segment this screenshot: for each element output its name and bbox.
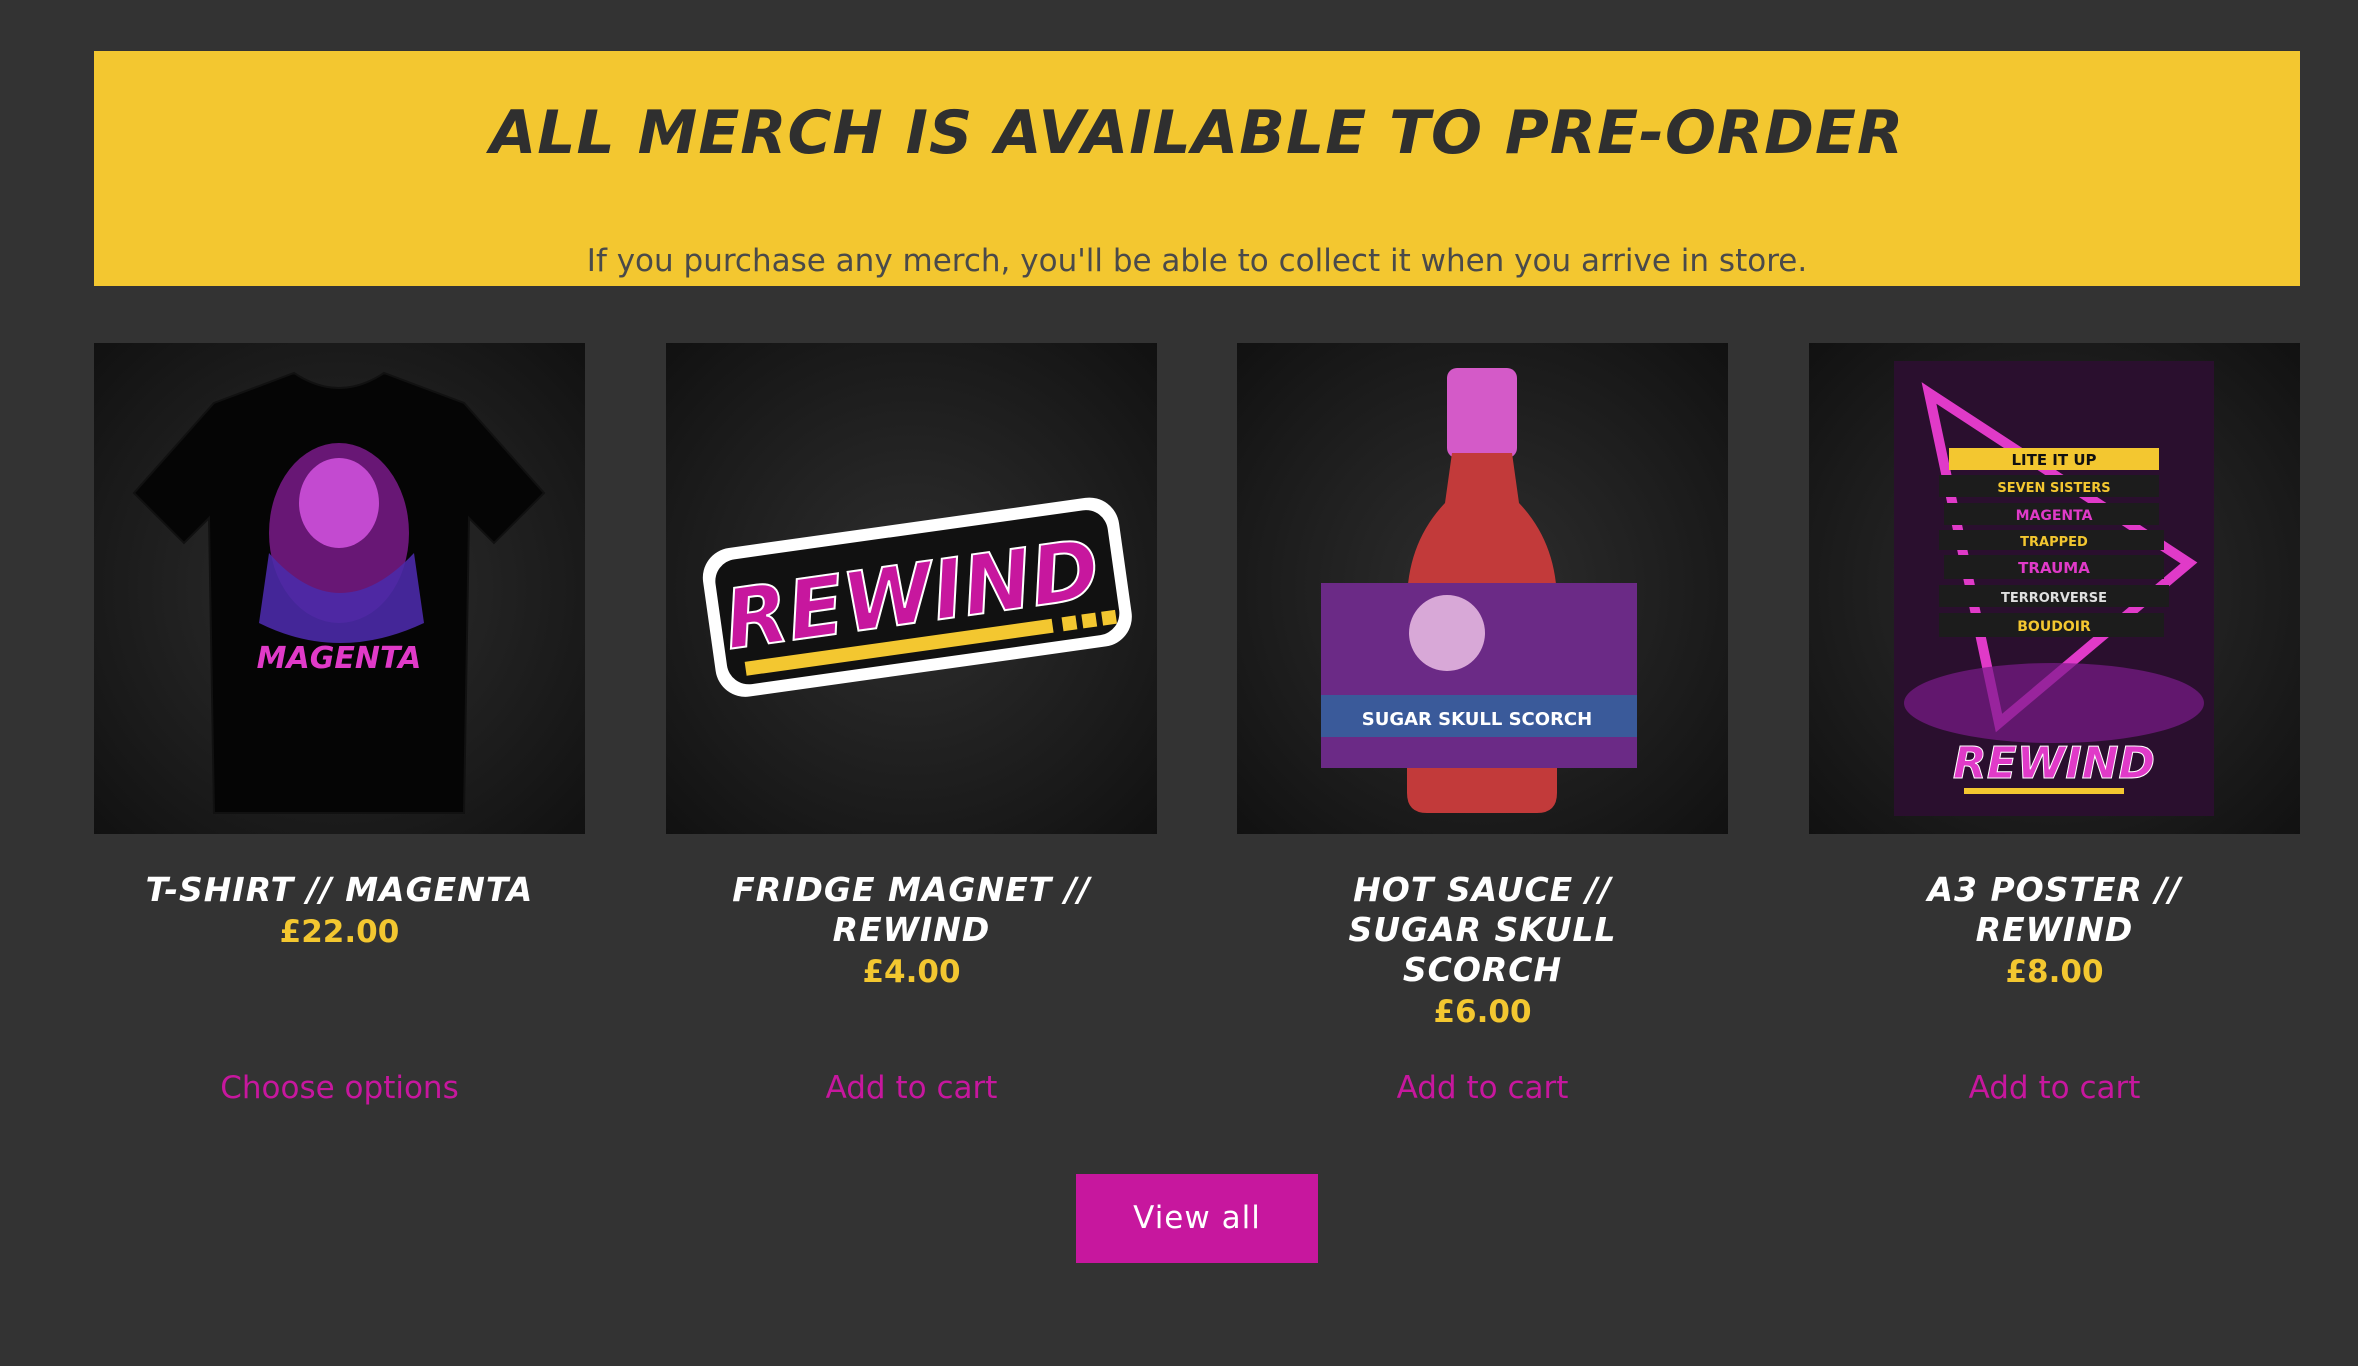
product-price: £8.00 — [2005, 954, 2104, 990]
svg-text:TRAPPED: TRAPPED — [2020, 535, 2088, 550]
svg-text:BOUDOIR: BOUDOIR — [2017, 619, 2091, 635]
product-price: £22.00 — [279, 914, 400, 950]
product-image-poster[interactable]: LITE IT UP SEVEN SISTERS MAGENTA TRAPPED… — [1809, 343, 2300, 834]
preorder-banner: ALL MERCH IS AVAILABLE TO PRE-ORDER If y… — [94, 51, 2300, 286]
product-image-magnet[interactable]: REWIND — [666, 343, 1157, 834]
product-title[interactable]: T-SHIRT // MAGENTA — [94, 870, 585, 910]
tshirt-image: MAGENTA — [132, 371, 546, 814]
svg-text:TRAUMA: TRAUMA — [2018, 559, 2090, 577]
view-all-button[interactable]: View all — [1076, 1174, 1318, 1263]
svg-text:REWIND: REWIND — [1953, 738, 2155, 789]
svg-text:SUGAR SKULL SCORCH: SUGAR SKULL SCORCH — [1362, 709, 1592, 730]
product-image-hot-sauce[interactable]: SUGAR SKULL SCORCH — [1237, 343, 1728, 834]
add-to-cart-button[interactable]: Add to cart — [1809, 1066, 2300, 1110]
svg-text:MAGENTA: MAGENTA — [257, 641, 422, 676]
product-title[interactable]: FRIDGE MAGNET // REWIND — [666, 870, 1157, 950]
magnet-image: REWIND — [702, 497, 1132, 697]
hot-sauce-image: SUGAR SKULL SCORCH — [1321, 368, 1637, 813]
product-card-poster: LITE IT UP SEVEN SISTERS MAGENTA TRAPPED… — [1809, 343, 2300, 1106]
svg-text:MAGENTA: MAGENTA — [2016, 508, 2093, 524]
choose-options-button[interactable]: Choose options — [94, 1066, 585, 1110]
svg-text:LITE IT UP: LITE IT UP — [2011, 451, 2096, 469]
banner-subtitle: If you purchase any merch, you'll be abl… — [586, 243, 1808, 279]
svg-text:SEVEN SISTERS: SEVEN SISTERS — [1997, 481, 2110, 496]
product-price: £4.00 — [862, 954, 961, 990]
product-image-tshirt[interactable]: MAGENTA — [94, 343, 585, 834]
product-card-hot-sauce: SUGAR SKULL SCORCH HOT SAUCE // SUGAR SK… — [1237, 343, 1728, 1106]
add-to-cart-button[interactable]: Add to cart — [1237, 1066, 1728, 1110]
poster-image: LITE IT UP SEVEN SISTERS MAGENTA TRAPPED… — [1894, 361, 2214, 816]
product-card-magnet: REWIND FRIDGE MAGNET // REWIND £4.00 Add… — [666, 343, 1157, 1106]
product-title[interactable]: A3 POSTER // REWIND — [1809, 870, 2300, 950]
product-price: £6.00 — [1433, 994, 1532, 1030]
add-to-cart-button[interactable]: Add to cart — [666, 1066, 1157, 1110]
svg-text:TERRORVERSE: TERRORVERSE — [2001, 591, 2107, 606]
banner-title: ALL MERCH IS AVAILABLE TO PRE-ORDER — [489, 98, 1905, 168]
product-card-tshirt: MAGENTA T-SHIRT // MAGENTA £22.00 Choose… — [94, 343, 585, 1106]
product-title[interactable]: HOT SAUCE // SUGAR SKULL SCORCH — [1237, 870, 1728, 990]
